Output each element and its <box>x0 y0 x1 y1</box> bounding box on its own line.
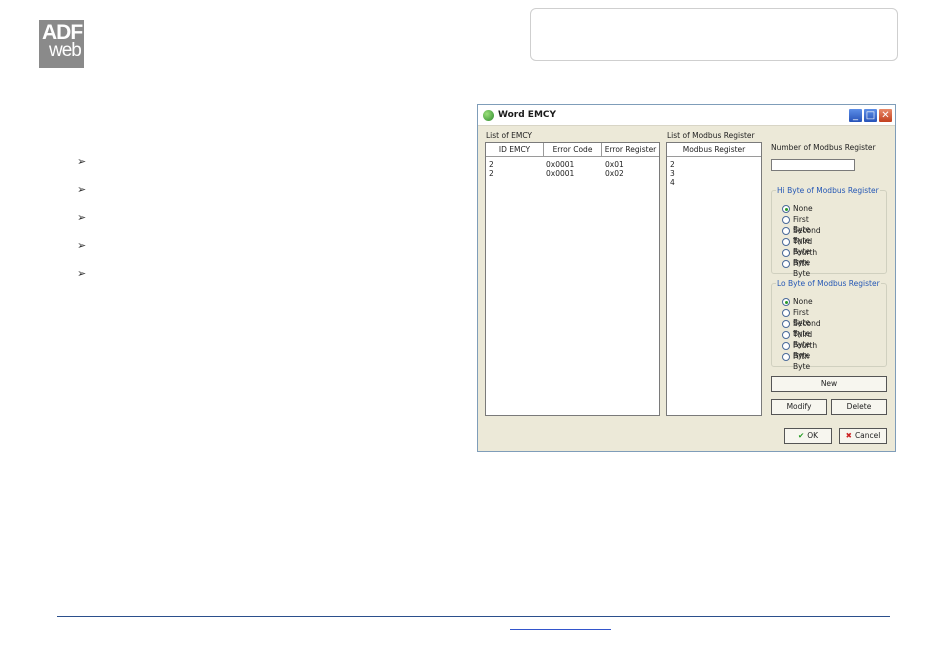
radio-icon[interactable] <box>782 216 790 224</box>
cell-id-emcy: 2 <box>489 160 494 169</box>
ok-label: OK <box>807 431 819 440</box>
hi-byte-group-title: Hi Byte of Modbus Register <box>776 186 880 195</box>
column-header-modbus-register[interactable]: Modbus Register <box>667 143 761 157</box>
cell-error-register: 0x02 <box>605 169 624 178</box>
footer-divider <box>57 616 890 617</box>
hi-byte-group: Hi Byte of Modbus Register None First By… <box>771 186 887 278</box>
radio-label: Fifth Byte <box>793 259 811 278</box>
radio-icon[interactable] <box>782 227 790 235</box>
emcy-table[interactable]: ID EMCY Error Code Error Register 2 0x00… <box>485 142 660 416</box>
modbus-list-header: Modbus Register <box>667 143 761 157</box>
emcy-list-label: List of EMCY <box>486 131 533 140</box>
radio-icon[interactable] <box>782 320 790 328</box>
cancel-x-icon: ✖ <box>845 431 852 440</box>
radio-icon[interactable] <box>782 238 790 246</box>
modbus-list-label: List of Modbus Register <box>667 131 755 140</box>
dialog-titlebar[interactable]: Word EMCY _ □ ✕ <box>478 105 895 126</box>
adfweb-logo: ADF web <box>39 20 84 68</box>
cell-error-code: 0x0001 <box>546 169 575 178</box>
close-icon[interactable]: ✕ <box>878 108 893 123</box>
lo-byte-group: Lo Byte of Modbus Register None First By… <box>771 279 887 371</box>
cell-id-emcy: 2 <box>489 169 494 178</box>
cell-error-register: 0x01 <box>605 160 624 169</box>
delete-button[interactable]: Delete <box>831 399 887 415</box>
radio-label: None <box>793 297 813 306</box>
modbus-register-list[interactable]: Modbus Register 2 3 4 <box>666 142 762 416</box>
ok-button[interactable]: ✔ OK <box>784 428 832 444</box>
radio-selected-icon[interactable] <box>782 298 790 306</box>
bullet-item: ➢ <box>77 267 87 280</box>
lo-byte-group-title: Lo Byte of Modbus Register <box>776 279 881 288</box>
emcy-table-header: ID EMCY Error Code Error Register <box>486 143 659 157</box>
bullet-item: ➢ <box>77 239 87 252</box>
cancel-label: Cancel <box>854 431 881 440</box>
header-box <box>530 8 898 61</box>
list-item[interactable]: 2 <box>670 160 675 169</box>
number-of-modbus-register-label: Number of Modbus Register <box>771 143 876 152</box>
list-item[interactable]: 3 <box>670 169 675 178</box>
app-icon <box>483 110 494 121</box>
modify-button[interactable]: Modify <box>771 399 827 415</box>
radio-label: None <box>793 204 813 213</box>
radio-icon[interactable] <box>782 353 790 361</box>
word-emcy-dialog: Word EMCY _ □ ✕ List of EMCY ID EMCY Err… <box>477 104 896 452</box>
radio-icon[interactable] <box>782 249 790 257</box>
radio-label: Fifth Byte <box>793 352 811 371</box>
cancel-button[interactable]: ✖ Cancel <box>839 428 887 444</box>
maximize-icon[interactable]: □ <box>863 108 878 123</box>
radio-icon[interactable] <box>782 260 790 268</box>
logo-text-web: web <box>49 40 82 61</box>
minimize-icon[interactable]: _ <box>848 108 863 123</box>
column-header-error-code[interactable]: Error Code <box>544 143 602 157</box>
bullet-item: ➢ <box>77 211 87 224</box>
column-header-id-emcy[interactable]: ID EMCY <box>486 143 544 157</box>
cell-error-code: 0x0001 <box>546 160 575 169</box>
bullet-item: ➢ <box>77 155 87 168</box>
footer-link[interactable] <box>510 620 611 630</box>
radio-icon[interactable] <box>782 342 790 350</box>
radio-selected-icon[interactable] <box>782 205 790 213</box>
radio-icon[interactable] <box>782 309 790 317</box>
new-button[interactable]: New <box>771 376 887 392</box>
number-of-modbus-register-input[interactable] <box>771 159 855 171</box>
bullet-item: ➢ <box>77 183 87 196</box>
list-item[interactable]: 4 <box>670 178 675 187</box>
bullet-list: ➢ ➢ ➢ ➢ ➢ <box>77 155 86 295</box>
checkmark-icon: ✔ <box>797 431 805 440</box>
radio-icon[interactable] <box>782 331 790 339</box>
dialog-title: Word EMCY <box>498 110 557 120</box>
column-header-error-register[interactable]: Error Register <box>602 143 659 157</box>
